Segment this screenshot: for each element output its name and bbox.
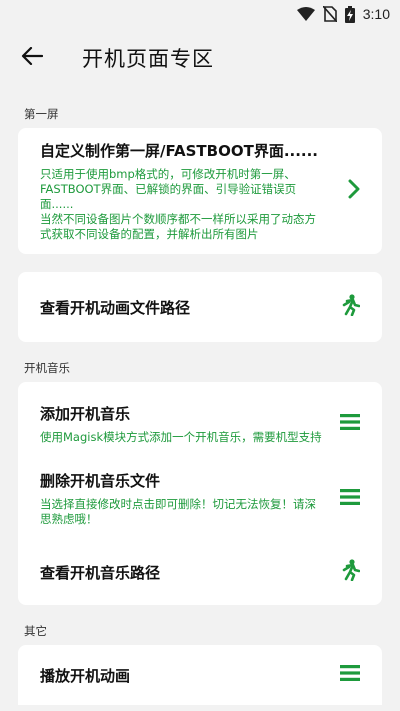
status-bar: 3:10 [0, 0, 400, 28]
menu-lines-icon [340, 413, 360, 435]
card-boot-music: 添加开机音乐 使用Magisk模块方式添加一个开机音乐，需要机型支持 删除开机音… [18, 382, 382, 605]
section-label-other: 其它 [24, 624, 47, 638]
arrow-back-icon [21, 46, 44, 69]
page-title: 开机页面专区 [82, 47, 214, 71]
item-desc: 使用Magisk模块方式添加一个开机音乐，需要机型支持 [40, 430, 322, 444]
view-animation-path-item[interactable]: 查看开机动画文件路径 [18, 272, 382, 342]
running-person-icon [340, 559, 361, 585]
item-desc: 只适用于使用bmp格式的，可修改开机时第一屏、FASTBOOT界面、已解锁的界面… [40, 167, 316, 241]
menu-lines-icon [340, 664, 360, 686]
content: 第一屏 自定义制作第一屏/FASTBOOT界面...... 只适用于使用bmp格… [0, 106, 400, 705]
card-animation-path: 查看开机动画文件路径 [18, 272, 382, 342]
battery-charging-icon [344, 5, 355, 23]
menu-lines-icon [340, 488, 360, 510]
item-title: 添加开机音乐 [40, 405, 131, 423]
card-other: 播放开机动画 [18, 645, 382, 705]
item-desc: 当选择直接修改时点击即可删除！切记无法恢复！请深思熟虑哦！ [40, 497, 316, 526]
back-button[interactable] [4, 30, 60, 86]
no-sim-icon [322, 6, 337, 22]
wifi-icon [296, 7, 315, 21]
chevron-right-icon [348, 179, 360, 203]
item-title: 删除开机音乐文件 [40, 472, 161, 490]
add-boot-music-item[interactable]: 添加开机音乐 使用Magisk模块方式添加一个开机音乐，需要机型支持 [18, 382, 382, 458]
running-person-icon [340, 294, 361, 320]
item-title: 查看开机动画文件路径 [40, 298, 191, 317]
item-title: 查看开机音乐路径 [40, 563, 161, 582]
view-boot-music-path-item[interactable]: 查看开机音乐路径 [18, 539, 382, 605]
play-boot-animation-item[interactable]: 播放开机动画 [18, 645, 382, 705]
item-title: 播放开机动画 [40, 666, 131, 685]
section-label-first-screen: 第一屏 [24, 107, 59, 121]
section-label-boot-music: 开机音乐 [24, 361, 70, 375]
status-time: 3:10 [362, 6, 390, 22]
app-bar: 开机页面专区 [0, 28, 400, 88]
delete-boot-music-item[interactable]: 删除开机音乐文件 当选择直接修改时点击即可删除！切记无法恢复！请深思熟虑哦！ [18, 458, 382, 539]
card-first-screen: 自定义制作第一屏/FASTBOOT界面...... 只适用于使用bmp格式的，可… [18, 128, 382, 254]
item-title: 自定义制作第一屏/FASTBOOT界面...... [40, 142, 319, 160]
custom-first-screen-item[interactable]: 自定义制作第一屏/FASTBOOT界面...... 只适用于使用bmp格式的，可… [18, 128, 382, 254]
